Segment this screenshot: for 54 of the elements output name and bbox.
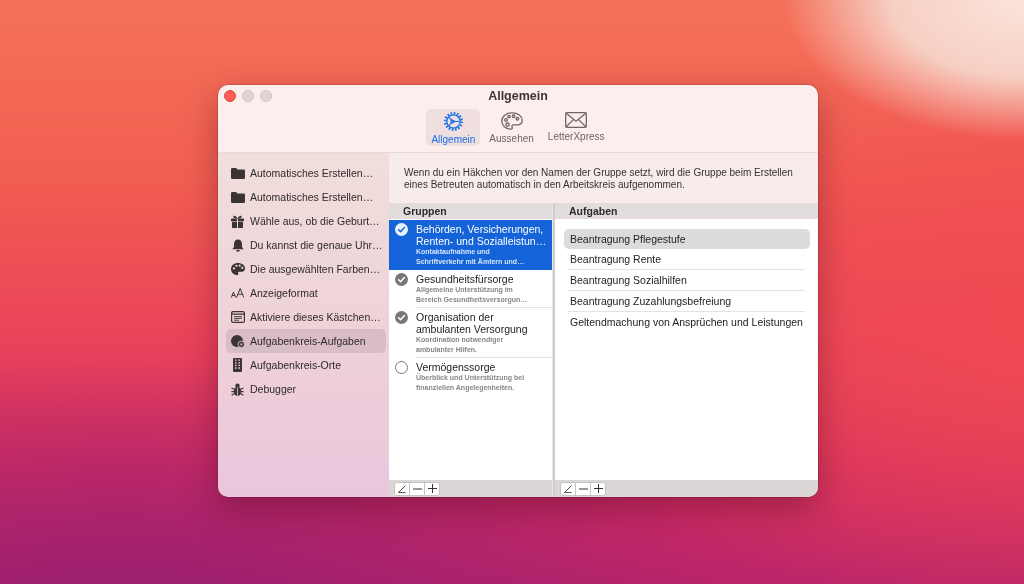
- task-row[interactable]: Beantragung Zuzahlungsbefreiung: [564, 291, 810, 311]
- toolbar-tab[interactable]: Aussehen: [484, 109, 539, 146]
- sidebar-item[interactable]: Debugger: [226, 377, 386, 401]
- task-row[interactable]: Beantragung Pflegestufe: [564, 229, 810, 249]
- gift-icon: [231, 214, 244, 228]
- add-button[interactable]: [590, 481, 606, 496]
- column-header: Aufgaben: [555, 203, 818, 219]
- bug-icon: [231, 382, 244, 396]
- toolbar-tab[interactable]: Allgemein: [426, 109, 481, 146]
- sidebar-item[interactable]: Wähle aus, ob die Geburt…: [226, 209, 386, 233]
- building-icon: [233, 358, 242, 372]
- list-window-icon: [230, 311, 245, 323]
- palette-icon: [230, 263, 245, 275]
- angle-icon: [564, 484, 572, 493]
- sidebar-item[interactable]: Anzeigeformat: [226, 281, 386, 305]
- envelope-icon: [565, 112, 588, 128]
- task-row[interactable]: Beantragung Sozialhilfen: [564, 270, 810, 290]
- circle-badge-icon: [230, 334, 245, 348]
- folder-icon: [230, 167, 245, 179]
- gear-icon: [443, 112, 463, 131]
- sidebar-item[interactable]: Aktiviere dieses Kästchen…: [226, 305, 386, 329]
- plus-icon: [427, 484, 437, 493]
- text-size-icon: [230, 288, 245, 298]
- sidebar-item[interactable]: Du kannst die genaue Uhr…: [226, 233, 386, 257]
- sidebar-item[interactable]: Aufgabenkreis-Orte: [226, 353, 386, 377]
- sidebar-item[interactable]: Die ausgewählten Farben…: [226, 257, 386, 281]
- close-button[interactable]: [224, 90, 236, 102]
- sidebar-item[interactable]: Automatisches Erstellen…: [226, 161, 386, 185]
- palette-icon: [500, 112, 523, 130]
- add-button[interactable]: [424, 481, 440, 496]
- window-title: Allgemein: [488, 89, 548, 103]
- minus-icon: [412, 487, 422, 490]
- task-row[interactable]: Beantragung Rente: [564, 249, 810, 269]
- folder-icon: [230, 191, 245, 203]
- sidebar-item[interactable]: Aufgabenkreis-Aufgaben: [226, 329, 386, 353]
- column-header: Gruppen: [389, 203, 552, 219]
- angle-icon: [398, 484, 406, 493]
- checkbox[interactable]: [395, 223, 408, 236]
- edit-button[interactable]: [394, 481, 410, 496]
- sidebar-item[interactable]: Automatisches Erstellen…: [226, 185, 386, 209]
- description-text: Wenn du ein Häkchen vor den Namen der Gruppe setzt, wird die Gruppe beim Erstellen eines Betreuten automatisch in den Arbeitskreis aufgenommen.: [403, 166, 794, 192]
- minus-icon: [578, 487, 588, 490]
- group-title: Behörden, Versicherungen, Renten- und Sozialleistun…: [416, 223, 548, 247]
- task-row[interactable]: Geltendmachung von Ansprüchen und Leistungen: [564, 312, 810, 332]
- group-title: Gesundheitsfürsorge: [416, 273, 515, 285]
- plus-icon: [593, 484, 603, 493]
- checkbox[interactable]: [395, 311, 408, 324]
- toolbar-tab[interactable]: LetterXpress: [542, 109, 610, 146]
- checkbox[interactable]: [395, 361, 408, 374]
- checkbox[interactable]: [395, 273, 408, 286]
- group-title: Vermögenssorge: [416, 361, 497, 373]
- bell-icon: [231, 238, 244, 252]
- group-title: Organisation der ambulanten Versorgung: [416, 311, 529, 335]
- edit-button[interactable]: [560, 481, 576, 496]
